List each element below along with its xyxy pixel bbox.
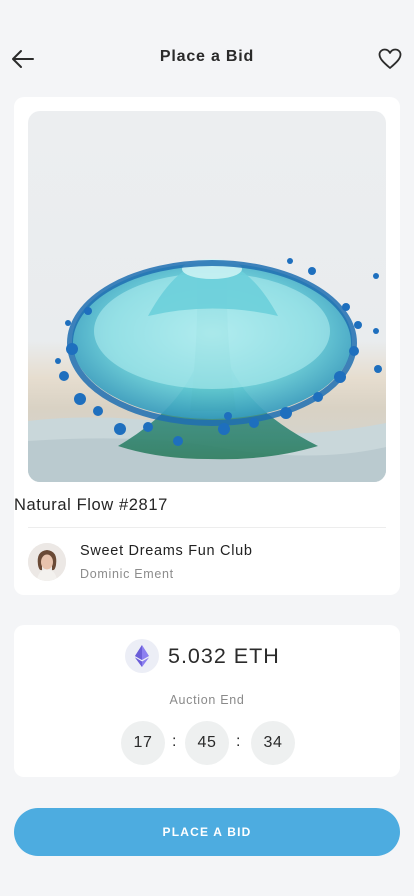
owner-name: Dominic Ement [80,567,174,581]
currency-badge [125,639,159,673]
nft-title: Natural Flow #2817 [14,496,168,514]
timer-separator: : [236,733,241,750]
nft-card: Sweet Dreams Fun Club Dominic Ement [14,97,400,595]
auction-card: 5.032 ETH Auction End 17 : 45 : 34 [14,625,400,777]
auction-end-label: Auction End [169,693,245,707]
place-bid-button[interactable]: PLACE A BID [14,808,400,856]
page-title: Place a Bid [159,48,255,65]
heart-icon [378,48,402,69]
avatar[interactable] [28,543,66,581]
water-splash-image [28,111,386,482]
timer-seconds: 34 [251,721,295,765]
creator-name[interactable]: Sweet Dreams Fun Club [80,543,253,559]
timer-separator: : [172,733,177,750]
favorite-button[interactable] [377,46,403,72]
nft-artwork[interactable] [28,111,386,482]
ethereum-icon [135,645,149,667]
timer-hours: 17 [121,721,165,765]
timer-minutes: 45 [185,721,229,765]
card-divider [28,527,386,528]
user-avatar-icon [28,543,66,581]
bid-price: 5.032 ETH [168,644,280,668]
